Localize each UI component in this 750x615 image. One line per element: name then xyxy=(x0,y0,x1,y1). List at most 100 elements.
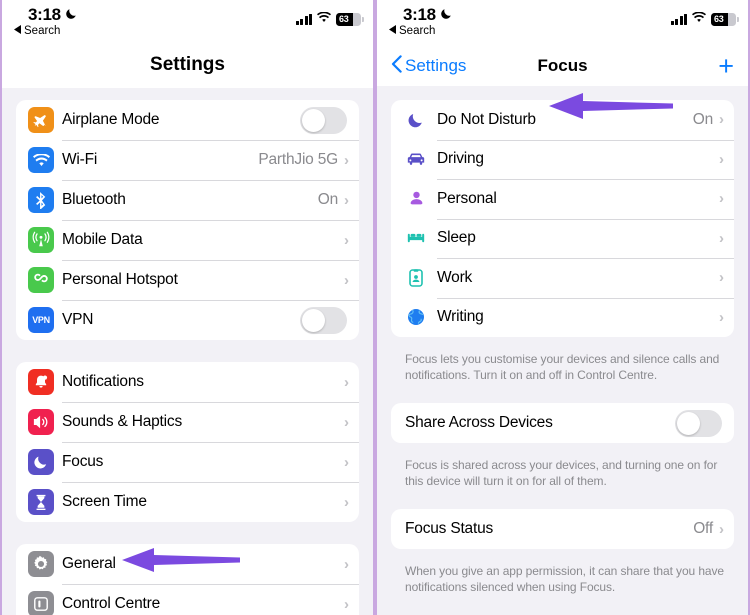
status-time-right: 3:18 xyxy=(403,5,453,25)
person-icon xyxy=(403,186,429,212)
moon-icon xyxy=(403,107,429,133)
settings-row-label: Airplane Mode xyxy=(62,111,160,128)
settings-row-label: Personal Hotspot xyxy=(62,271,178,288)
general-gear-icon xyxy=(28,551,54,577)
settings-list[interactable]: Airplane Mode Wi-Fi ParthJio 5G › Blueto… xyxy=(2,88,373,615)
chevron-right-icon: › xyxy=(344,191,349,209)
focus-row-driving[interactable]: Driving › xyxy=(391,139,734,180)
settings-row-vpn[interactable]: VPN VPN xyxy=(16,300,359,340)
settings-row-screen-time[interactable]: Screen Time › xyxy=(16,482,359,522)
settings-row-label: Focus xyxy=(62,453,104,470)
focus-moon-icon xyxy=(28,449,54,475)
share-across-devices-row[interactable]: Share Across Devices xyxy=(391,403,734,443)
settings-row-value: On xyxy=(317,191,338,208)
chevron-right-icon: › xyxy=(344,151,349,169)
status-bar-left: 3:18 Search 63 xyxy=(2,0,373,46)
status-indicators-right: 63 xyxy=(670,10,739,28)
settings-row-control-centre[interactable]: Control Centre › xyxy=(16,584,359,615)
chevron-right-icon: › xyxy=(719,269,724,287)
settings-row-airplane-mode[interactable]: Airplane Mode xyxy=(16,100,359,140)
chevron-right-icon: › xyxy=(344,453,349,471)
focus-row-writing[interactable]: Writing › xyxy=(391,297,734,338)
nav-bar-focus: Settings Focus + xyxy=(377,46,748,86)
settings-row-mobile-data[interactable]: Mobile Data › xyxy=(16,220,359,260)
focus-row-personal[interactable]: Personal › xyxy=(391,179,734,219)
focus-row-label: Personal xyxy=(437,189,497,207)
page-title-settings: Settings xyxy=(2,46,373,88)
battery-icon: 63 xyxy=(336,12,364,26)
wifi-icon xyxy=(692,10,706,28)
chevron-right-icon: › xyxy=(719,229,724,247)
car-icon xyxy=(403,146,429,172)
settings-row-wifi[interactable]: Wi-Fi ParthJio 5G › xyxy=(16,140,359,180)
settings-row-bluetooth[interactable]: Bluetooth On › xyxy=(16,180,359,220)
settings-row-label: General xyxy=(62,555,116,572)
status-back-label: Search xyxy=(399,25,436,37)
back-button-settings[interactable]: Settings xyxy=(391,54,467,78)
back-triangle-icon xyxy=(389,25,396,37)
settings-row-general[interactable]: General › xyxy=(16,544,359,584)
focus-row-do-not-disturb[interactable]: Do Not Disturb On › xyxy=(391,100,734,140)
status-time-text: 3:18 xyxy=(28,5,61,24)
dual-screenshot: 3:18 Search 63 Settings Airplane Mode Wi… xyxy=(0,0,750,615)
focus-row-label: Do Not Disturb xyxy=(437,110,536,128)
settings-row-focus[interactable]: Focus › xyxy=(16,442,359,482)
settings-row-label: Screen Time xyxy=(62,493,147,510)
focus-status-group: Focus Status Off › xyxy=(391,509,734,549)
status-back-search-left[interactable]: Search xyxy=(14,25,60,37)
wifi-icon xyxy=(317,10,331,28)
airplane-mode-toggle[interactable] xyxy=(300,106,347,134)
status-back-search-right[interactable]: Search xyxy=(389,25,435,37)
mobile-data-icon xyxy=(28,227,54,253)
settings-row-notifications[interactable]: Notifications › xyxy=(16,362,359,402)
focus-status-footnote: When you give an app permission, it can … xyxy=(405,563,724,594)
settings-row-value: ParthJio 5G xyxy=(258,151,338,168)
work-badge-icon xyxy=(403,265,429,291)
chevron-right-icon: › xyxy=(344,271,349,289)
focus-modes-group: Do Not Disturb On › Driving › Personal ›… xyxy=(391,100,734,337)
chevron-right-icon: › xyxy=(719,520,724,538)
settings-row-personal-hotspot[interactable]: Personal Hotspot › xyxy=(16,260,359,300)
share-across-devices-toggle[interactable] xyxy=(675,409,722,437)
control-centre-icon xyxy=(28,591,54,615)
chevron-right-icon: › xyxy=(719,308,724,326)
focus-status-value: Off xyxy=(693,520,713,537)
cellular-bars-icon xyxy=(670,13,687,25)
focus-row-label: Sleep xyxy=(437,229,476,247)
chevron-right-icon: › xyxy=(344,595,349,613)
status-back-label: Search xyxy=(24,25,61,37)
chevron-right-icon: › xyxy=(344,231,349,249)
bed-icon xyxy=(403,225,429,251)
chevron-right-icon: › xyxy=(344,413,349,431)
sounds-haptics-icon xyxy=(28,409,54,435)
settings-row-label: Bluetooth xyxy=(62,191,126,208)
focus-screen: 3:18 Search 63 Settings Focus + Do Not D… xyxy=(375,0,750,615)
vpn-toggle[interactable] xyxy=(300,306,347,334)
globe-icon xyxy=(403,304,429,330)
focus-row-label: Work xyxy=(437,268,473,286)
focus-row-work[interactable]: Work › xyxy=(391,258,734,298)
crescent-moon-icon xyxy=(440,5,453,25)
chevron-right-icon: › xyxy=(344,493,349,511)
share-across-devices-label: Share Across Devices xyxy=(405,414,553,432)
focus-footnote: Focus lets you customise your devices an… xyxy=(405,352,720,383)
settings-row-label: Notifications xyxy=(62,373,144,390)
screen-time-hourglass-icon xyxy=(28,489,54,515)
settings-group-general: General › Control Centre › xyxy=(16,544,359,615)
focus-content[interactable]: Do Not Disturb On › Driving › Personal ›… xyxy=(377,86,748,615)
settings-row-sounds-haptics[interactable]: Sounds & Haptics › xyxy=(16,402,359,442)
notifications-bell-icon xyxy=(28,369,54,395)
settings-group-notifications: Notifications › Sounds & Haptics › Focus… xyxy=(16,362,359,522)
back-button-label: Settings xyxy=(405,56,467,75)
settings-row-label: VPN xyxy=(62,311,94,328)
share-footnote: Focus is shared across your devices, and… xyxy=(405,457,718,489)
add-focus-button[interactable]: + xyxy=(718,52,734,80)
focus-row-sleep[interactable]: Sleep › xyxy=(391,218,734,259)
settings-row-label: Sounds & Haptics xyxy=(62,413,183,430)
battery-level: 63 xyxy=(714,14,724,24)
focus-status-row[interactable]: Focus Status Off › xyxy=(391,509,734,549)
bluetooth-icon xyxy=(28,187,54,213)
settings-row-label: Mobile Data xyxy=(62,231,143,248)
airplane-icon xyxy=(28,107,54,133)
focus-status-label: Focus Status xyxy=(405,520,494,537)
